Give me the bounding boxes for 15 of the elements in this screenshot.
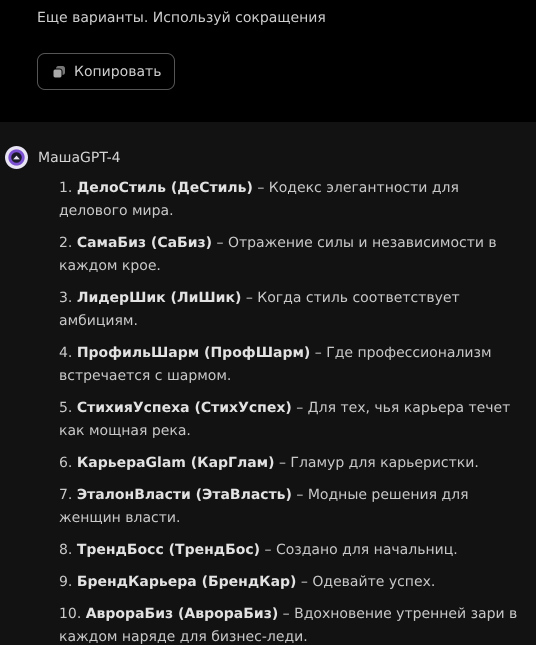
list-item: 1. ДелоСтиль (ДеСтиль) – Кодекс элегантности для делового мира. xyxy=(59,179,460,221)
copy-button[interactable]: Копировать xyxy=(37,53,176,90)
list-item: 5. СтихияУспеха (СтихУспех) – Для тех, чья карьера течет как мощная река. xyxy=(59,399,512,441)
list-item: 2. СамаБиз (СаБиз) – Отражение силы и независимости в каждом крое. xyxy=(59,234,498,276)
list-item: 7. ЭталонВласти (ЭтаВласть) – Модные решения для женщин власти. xyxy=(59,486,470,528)
list-item: 10. АврораБиз (АврораБиз) – Вдохновение утренней зари в каждом наряде для бизнес-леди. xyxy=(59,605,518,645)
avatar-icon xyxy=(5,146,28,169)
copy-icon xyxy=(52,64,66,78)
list-item: 3. ЛидерШик (ЛиШик) – Когда стиль соответствует амбициям. xyxy=(59,289,461,331)
list-item: 6. КарьераGlam (КарГлам) – Гламур для карьеристки. xyxy=(59,454,480,473)
list-item: 8. ТрендБосс (ТрендБос) – Создано для начальниц. xyxy=(59,541,459,560)
list-item: 4. ПрофильШарм (ПрофШарм) – Где профессионализм встречается с шармом. xyxy=(59,344,493,386)
author-name: МашаGPT-4 xyxy=(38,150,121,166)
list-item: 9. БрендКарьера (БрендКар) – Одевайте успех. xyxy=(59,573,436,592)
user-message: Еще варианты. Используй сокращения xyxy=(37,9,326,28)
